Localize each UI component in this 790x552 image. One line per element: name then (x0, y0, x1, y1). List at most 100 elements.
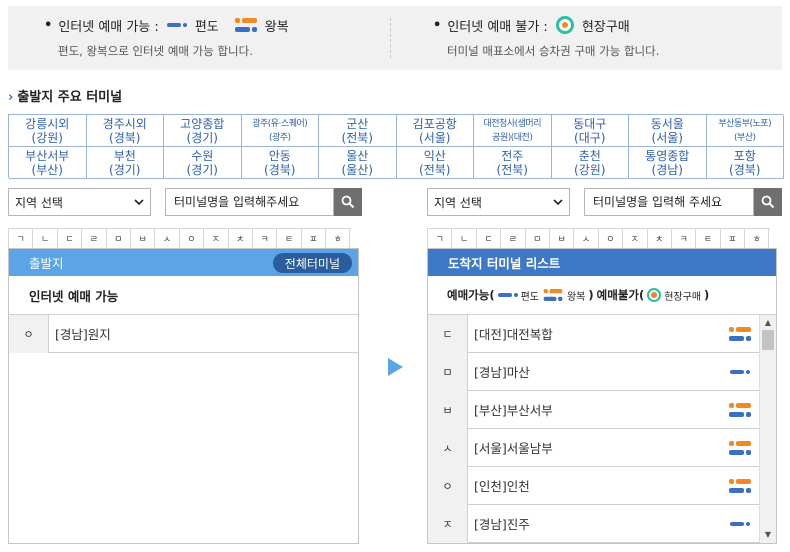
terminal-row[interactable]: ㅂ [부산]부산서부 (428, 390, 760, 429)
major-terminal-link[interactable]: 동대구 (대구) (551, 115, 629, 147)
chevron-right-icon: › (8, 90, 14, 105)
departure-search-input[interactable] (165, 188, 334, 216)
major-terminal-link[interactable]: 대전청사(샘머리 공원)(대전) (474, 115, 552, 147)
consonant-filter-button[interactable]: ㅁ (106, 229, 131, 249)
legend-bullet: • (433, 17, 442, 33)
terminal-name: 익산 (423, 148, 446, 163)
roundtrip-icon (729, 478, 751, 494)
consonant-filter-button[interactable]: ㅍ (720, 229, 746, 249)
ticket-type (720, 478, 760, 494)
consonant-category: ㄷ (428, 314, 468, 353)
terminal-region: (광주) (268, 132, 291, 143)
terminal-name: 통영종합 (645, 148, 690, 163)
terminal-row[interactable]: ㅇ [경남]원지 (9, 314, 358, 353)
terminal-region: (경기) (186, 162, 218, 177)
major-terminal-link[interactable]: 부천 (경기) (86, 147, 164, 179)
arrival-list-scrollbar[interactable]: ▲ ▼ (759, 315, 776, 543)
major-terminals-title-text: 출발지 주요 터미널 (17, 90, 123, 105)
all-terminals-button[interactable]: 전체터미널 (272, 253, 352, 273)
terminal-region: (경북) (729, 162, 761, 177)
consonant-filter-button[interactable]: ㄱ (428, 229, 453, 249)
scroll-up-icon[interactable]: ▲ (763, 318, 773, 328)
roundtrip-icon (729, 402, 751, 418)
consonant-filter-button[interactable]: ㅁ (525, 229, 550, 249)
consonant-filter-button[interactable]: ㄱ (9, 229, 34, 249)
terminal-name: [부산]부산서부 (468, 400, 720, 419)
arrival-region-select[interactable]: 지역 선택 (427, 188, 570, 216)
consonant-filter-button[interactable]: ㅋ (252, 229, 278, 249)
consonant-filter-button[interactable]: ㅈ (623, 229, 648, 249)
consonant-filter-button[interactable]: ㄷ (476, 229, 502, 249)
consonant-filter-button[interactable]: ㅅ (155, 229, 180, 249)
consonant-filter-button[interactable]: ㄴ (452, 229, 477, 249)
terminal-region: (경북) (264, 162, 296, 177)
consonant-filter-button[interactable]: ㅂ (549, 229, 575, 249)
consonant-filter-button[interactable]: ㅌ (277, 229, 302, 249)
major-terminal-link[interactable]: 익산 (전북) (396, 147, 474, 179)
terminal-row[interactable]: ㅁ [경남]마산 (428, 352, 760, 391)
arrival-search-input[interactable] (584, 188, 754, 216)
major-terminal-link[interactable]: 춘천 (강원) (551, 147, 629, 179)
consonant-filter-button[interactable]: ㅌ (696, 229, 721, 249)
consonant-filter-button[interactable]: ㅈ (204, 229, 229, 249)
legend-online-label: 인터넷 예매 가능 : (58, 19, 159, 35)
arrival-search-button[interactable] (754, 188, 782, 216)
consonant-filter-button[interactable]: ㅍ (301, 229, 327, 249)
search-icon (761, 195, 775, 209)
major-terminal-link[interactable]: 수원 (경기) (164, 147, 242, 179)
consonant-filter-button[interactable]: ㅋ (671, 229, 697, 249)
major-terminal-link[interactable]: 전주 (전북) (474, 147, 552, 179)
terminal-region: [경남] (55, 327, 88, 342)
terminal-name: 춘천 (578, 148, 601, 163)
terminal-name: 고양종합 (180, 116, 225, 131)
scroll-down-icon[interactable]: ▼ (763, 530, 773, 540)
consonant-filter-button[interactable]: ㅊ (647, 229, 672, 249)
consonant-filter-button[interactable]: ㅅ (574, 229, 599, 249)
terminal-row[interactable]: ㅇ [인천]인천 (428, 466, 760, 505)
major-terminal-link[interactable]: 통영종합 (경남) (629, 147, 707, 179)
major-terminal-link[interactable]: 부산서부 (부산) (9, 147, 87, 179)
consonant-filter-button[interactable]: ㅂ (130, 229, 156, 249)
terminal-row[interactable]: ㄷ [대전]대전복합 (428, 314, 760, 353)
terminal-row[interactable]: ㅈ [경남]진주 (428, 504, 760, 543)
major-terminal-link[interactable]: 안동 (경북) (241, 147, 319, 179)
consonant-filter-button[interactable]: ㅎ (745, 229, 770, 249)
consonant-filter-button[interactable]: ㅇ (179, 229, 205, 249)
legend-oneway-label: 편도 (194, 19, 219, 35)
terminal-name: 울산 (346, 148, 369, 163)
terminal-region: (전북) (419, 162, 451, 177)
major-terminal-link[interactable]: 강릉시외 (강원) (9, 115, 87, 147)
major-terminal-link[interactable]: 김포공항 (서울) (396, 115, 474, 147)
scroll-thumb[interactable] (762, 330, 774, 350)
departure-region-select[interactable]: 지역 선택 (8, 188, 151, 216)
terminal-region: (강원) (31, 130, 63, 145)
terminal-name: 포항 (733, 148, 756, 163)
major-terminal-link[interactable]: 울산 (울산) (319, 147, 397, 179)
terminal-row[interactable]: ㅅ [서울]서울남부 (428, 428, 760, 467)
consonant-category: ㅂ (428, 390, 468, 429)
major-terminal-link[interactable]: 고양종합 (경기) (164, 115, 242, 147)
major-terminal-link[interactable]: 경주시외 (경북) (86, 115, 164, 147)
consonant-filter-button[interactable]: ㄹ (82, 229, 107, 249)
consonant-filter-button[interactable]: ㅎ (326, 229, 351, 249)
consonant-filter-button[interactable]: ㅇ (598, 229, 624, 249)
major-terminal-link[interactable]: 군산 (전북) (319, 115, 397, 147)
terminal-name: 전주 (501, 148, 524, 163)
consonant-filter-button[interactable]: ㄴ (33, 229, 58, 249)
terminal-region: (강원) (574, 162, 606, 177)
ticket-type (720, 368, 760, 376)
consonant-filter-button[interactable]: ㅊ (228, 229, 253, 249)
terminal-name: [대전]대전복합 (468, 324, 720, 343)
major-terminal-link[interactable]: 광주(유·스퀘어) (광주) (241, 115, 319, 147)
consonant-filter-button[interactable]: ㄷ (57, 229, 83, 249)
major-terminal-link[interactable]: 부산동부(노포) (부산) (706, 115, 784, 147)
departure-search-button[interactable] (334, 188, 362, 216)
arrival-legend-possible: 예매가능( (447, 288, 495, 302)
major-terminal-link[interactable]: 포항 (경북) (706, 147, 784, 179)
major-terminal-link[interactable]: 동서울 (서울) (629, 115, 707, 147)
terminal-region: [경남] (474, 517, 507, 532)
consonant-filter-button[interactable]: ㄹ (501, 229, 526, 249)
consonant-category: ㅅ (428, 428, 468, 467)
major-terminals-title: › 출발지 주요 터미널 (8, 86, 122, 105)
ticket-type (720, 520, 760, 528)
